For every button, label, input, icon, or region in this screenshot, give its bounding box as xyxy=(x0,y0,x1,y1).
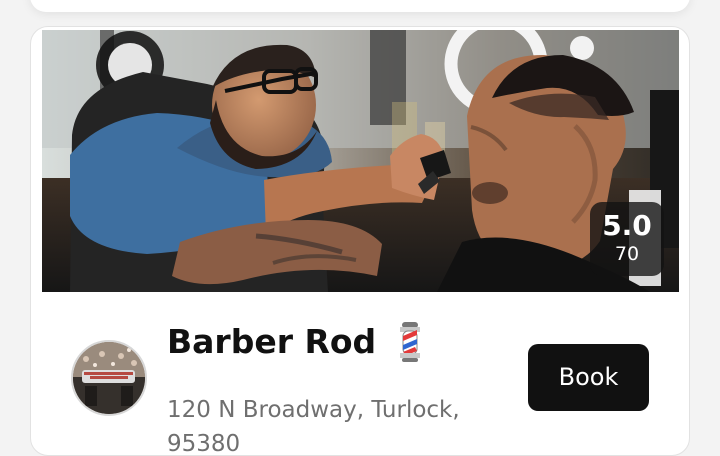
book-button[interactable]: Book xyxy=(528,344,649,411)
shop-title[interactable]: Barber Rod xyxy=(167,320,425,364)
barber-pole-icon xyxy=(395,321,425,363)
review-count: 70 xyxy=(614,243,640,265)
previous-card-edge xyxy=(30,0,690,12)
listing-info: Barber Rod 120 N Broadway, Turlock, 9538… xyxy=(31,315,689,455)
storefront-avatar-icon xyxy=(73,342,145,414)
rating-badge: 5.0 70 xyxy=(590,202,664,276)
barber-photo[interactable]: 5.0 70 xyxy=(42,30,679,292)
shop-address: 120 N Broadway, Turlock, 95380 xyxy=(167,397,460,456)
barber-listing-card[interactable]: 5.0 70 Barber Rod 120 N Broadway, Turloc… xyxy=(30,26,690,456)
rating-score: 5.0 xyxy=(602,209,652,242)
shop-avatar[interactable] xyxy=(71,340,147,416)
shop-name[interactable]: Barber Rod xyxy=(167,322,376,361)
barber-photo-illustration xyxy=(42,30,679,292)
